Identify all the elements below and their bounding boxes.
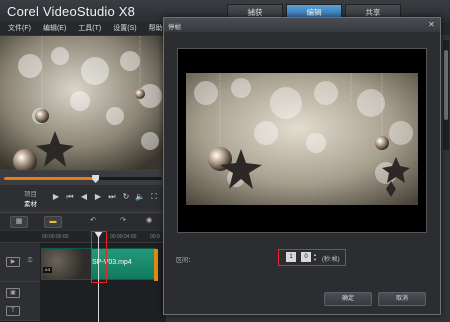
next-frame-icon[interactable]: ▶ <box>92 191 104 203</box>
scrub-handle[interactable] <box>92 175 100 183</box>
volume-icon[interactable]: 🔈 <box>134 191 146 203</box>
highlight-box-duration <box>278 249 346 266</box>
timeline-tracks: ▶ ⚿ ▣ T 4:3 SP-V03.mp4 <box>0 243 166 322</box>
cancel-button[interactable]: 取消 <box>378 292 426 306</box>
highlight-box-playhead <box>91 231 107 283</box>
timeline-view-icon[interactable]: ▬ <box>44 216 62 228</box>
track-lock-icon[interactable]: ⚿ <box>24 257 36 267</box>
menu-edit[interactable]: 编辑(E) <box>43 22 66 35</box>
scrub-track[interactable] <box>4 175 162 183</box>
dialog-preview <box>177 48 427 233</box>
overlay-track-icon[interactable]: ▣ <box>6 288 20 298</box>
vertical-scrollbar[interactable] <box>443 40 449 150</box>
title-track-icon[interactable]: T <box>6 306 20 316</box>
dialog-title-bar: 停帧 ✕ <box>164 18 440 32</box>
clip-thumbnail <box>42 249 92 279</box>
prev-frame-icon[interactable]: ◀ <box>78 191 90 203</box>
menu-file[interactable]: 文件(F) <box>8 22 31 35</box>
overlay-track-header: ▣ T <box>0 282 40 321</box>
video-track-header: ▶ ⚿ <box>0 243 40 282</box>
ruler-tick: 00:00:00:00 <box>42 234 69 240</box>
app-title: Corel VideoStudio X8 <box>7 4 136 19</box>
preview-frame-image <box>0 36 166 170</box>
freeze-frame-dialog: 停帧 ✕ 区间： 1 0 ▲ ▼ (秒:帧) 确定 取消 <box>163 17 441 315</box>
mode-project-label[interactable]: 项目 <box>24 188 37 198</box>
player-preview <box>0 36 166 171</box>
play-icon[interactable]: ▶ <box>50 191 62 203</box>
timeline-toolbar: ▦ ▬ ↶ ↷ ◉ <box>0 212 166 230</box>
redo-icon[interactable]: ↷ <box>114 216 132 228</box>
scrollbar-thumb[interactable] <box>444 50 448 120</box>
scrub-progress <box>4 177 96 180</box>
clip-trim-handle[interactable] <box>154 249 158 281</box>
close-icon[interactable]: ✕ <box>427 20 436 29</box>
ok-button[interactable]: 确定 <box>324 292 372 306</box>
dialog-title: 停帧 <box>168 24 181 31</box>
repeat-icon[interactable]: ↻ <box>120 191 132 203</box>
record-capture-icon[interactable]: ◉ <box>140 216 158 228</box>
ruler-tick: 00:0 <box>150 234 160 240</box>
transport-controls: 项目 素材 ▶ ⏮ ◀ ▶ ⏭ ↻ 🔈 ⛶ <box>0 185 166 209</box>
mode-clip-label[interactable]: 素材 <box>24 198 37 208</box>
video-track-icon[interactable]: ▶ <box>6 257 20 267</box>
menu-settings[interactable]: 设置(S) <box>113 22 136 35</box>
menu-tools[interactable]: 工具(T) <box>78 22 101 35</box>
timeline-ruler[interactable]: 00:00:00:00 00:00:04:00 00:0 <box>0 231 166 243</box>
fullscreen-icon[interactable]: ⛶ <box>148 191 160 203</box>
clip-aspect-badge: 4:3 <box>43 267 52 273</box>
storyboard-view-icon[interactable]: ▦ <box>10 216 28 228</box>
interval-label: 区间： <box>176 258 195 264</box>
ruler-tick: 00:00:04:00 <box>110 234 137 240</box>
scrub-bar[interactable] <box>0 171 166 185</box>
go-end-icon[interactable]: ⏭ <box>106 191 118 203</box>
go-start-icon[interactable]: ⏮ <box>64 191 76 203</box>
dialog-preview-image <box>186 73 418 205</box>
undo-icon[interactable]: ↶ <box>84 216 102 228</box>
app-window: Corel VideoStudio X8 捕获 编辑 共享 文件(F) 编辑(E… <box>0 0 450 322</box>
